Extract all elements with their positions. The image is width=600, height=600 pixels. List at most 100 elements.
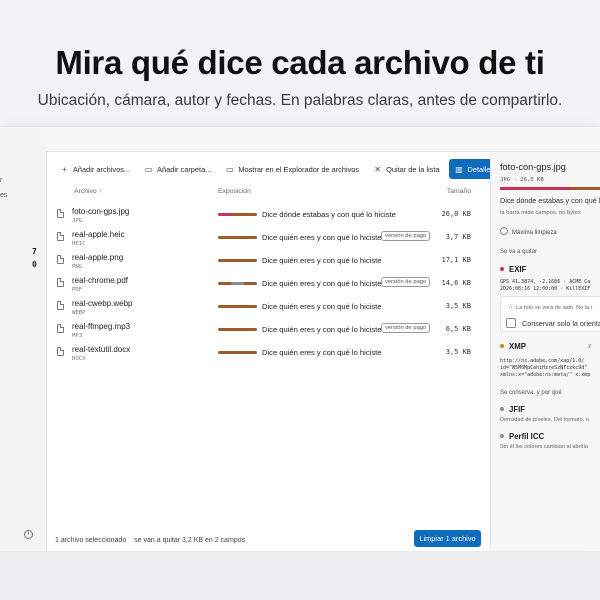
icc-label: Perfil ICC xyxy=(509,432,545,441)
plus-icon: + xyxy=(62,164,67,174)
jfif-section-header[interactable]: JFIF xyxy=(500,405,525,414)
file-name: foto-con-gps.jpg xyxy=(72,207,130,216)
column-header-size[interactable]: Tamaño xyxy=(447,188,471,195)
detail-meta: JPG · 26,0 KB xyxy=(500,177,544,183)
exif-dot-icon xyxy=(500,267,504,271)
rail-count: 7 xyxy=(32,247,37,256)
jfif-description: Densidad de píxeles. Del formato, n xyxy=(500,417,589,423)
paid-version-badge: versión de pago xyxy=(381,277,431,287)
exposure-bar xyxy=(218,282,257,285)
file-size: 3,5 KB xyxy=(445,302,471,310)
max-cleaning-option[interactable]: Máxima limpieza xyxy=(500,227,557,236)
rail-text: es xyxy=(0,192,8,199)
show-in-explorer-label: Mostrar en el Explorador de archivos xyxy=(238,164,360,174)
table-row[interactable]: real-cwebp.webp WEBP Dice quién eres y con… xyxy=(47,298,491,321)
file-size: 3,5 KB xyxy=(445,348,471,356)
paid-version-badge: versión de pago xyxy=(381,231,431,241)
exposure-text: Dice quién eres y con qué lo hiciste xyxy=(262,348,382,357)
exif-value: GPS 41.3874, -2.1686 · ACME Ca xyxy=(500,279,591,285)
xmp-values: http://ns.adobe.com/xap/1.0/ id="W5M0MpC… xyxy=(500,358,590,379)
add-folder-label: Añadir carpeta... xyxy=(157,164,212,174)
add-files-button[interactable]: + Añadir archivos... xyxy=(55,159,135,179)
status-bar: 1 archivo seleccionado se van a quitar 3… xyxy=(55,537,251,544)
file-name: real-textutil.docx xyxy=(72,345,131,354)
file-icon xyxy=(57,278,64,287)
exposure-bar xyxy=(218,351,257,354)
file-icon xyxy=(57,232,64,241)
add-folder-button[interactable]: ▭ Añadir carpeta... xyxy=(139,159,216,179)
exposure-text: Dice quién eres y con qué lo hiciste xyxy=(262,302,382,311)
toolbar: + Añadir archivos... ▭ Añadir carpeta...… xyxy=(55,159,504,179)
selection-count: 1 archivo seleccionado xyxy=(55,537,127,544)
table-row[interactable]: real-apple.png PNG Dice quién eres y con q… xyxy=(47,252,491,275)
file-name: real-chrome.pdf xyxy=(72,276,129,285)
column-header-exposure[interactable]: Exposición xyxy=(218,188,251,195)
removal-summary: se van a quitar 3,2 KB en 2 campos xyxy=(134,537,246,544)
file-icon xyxy=(57,324,64,333)
remove-from-list-label: Quitar de la lista xyxy=(386,164,440,174)
remove-from-list-button[interactable]: ✕ Quitar de la lista xyxy=(368,159,444,179)
detail-description: Dice dónde estabas y con qué lo xyxy=(500,196,600,205)
file-type: JPG xyxy=(72,218,83,224)
table-row[interactable]: real-apple.heic HEIC Dice quién eres y con… xyxy=(47,229,491,252)
hero-subtitle: Ubicación, cámara, autor y fechas. En pa… xyxy=(37,92,563,109)
xmp-value: id="W5M0MpCehiHzreSzNTczkc9d" xyxy=(500,365,588,371)
app-window: r es 7 0 i + Añadir archivos... ▭ Añadir… xyxy=(0,126,600,551)
folder-open-icon: ▭ xyxy=(226,164,234,174)
exposure-text: Dice quién eres y con qué lo hiciste xyxy=(262,279,382,288)
exposure-text: Dice quién eres y con qué lo hiciste xyxy=(262,233,382,242)
file-list-pane: + Añadir archivos... ▭ Añadir carpeta...… xyxy=(46,151,501,551)
xmp-section-header[interactable]: XMP xyxy=(500,342,526,351)
detail-title: foto-con-gps.jpg xyxy=(500,162,566,172)
exposure-text: Dice quién eres y con qué lo hiciste xyxy=(262,325,382,334)
keep-orientation-checkbox[interactable]: Conservar solo la orienta xyxy=(506,318,600,328)
exposure-bar xyxy=(218,305,257,308)
icc-section-header[interactable]: Perfil ICC xyxy=(500,432,544,441)
exif-values: GPS 41.3874, -2.1686 · ACME Ca 2026:08:1… xyxy=(500,279,590,293)
xmp-label: XMP xyxy=(509,342,526,351)
xmp-count: 2 xyxy=(588,344,592,350)
file-type: DOCX xyxy=(72,356,86,362)
details-pane-icon: ▥ xyxy=(455,164,463,174)
file-type: WEBP xyxy=(72,310,86,316)
icc-dot-icon xyxy=(500,434,504,438)
orientation-warning: ⓘ La foto se verá de lado. No la r xyxy=(509,303,593,311)
file-icon xyxy=(57,255,64,264)
file-size: 3,7 KB xyxy=(445,233,471,241)
folder-add-icon: ▭ xyxy=(144,164,153,174)
table-row[interactable]: real-ffmpeg.mp3 MP3 Dice quién eres y con … xyxy=(47,321,491,344)
rail-count: 0 xyxy=(32,260,37,269)
paid-version-badge: versión de pago xyxy=(381,323,431,333)
file-name: real-apple.heic xyxy=(72,230,125,239)
table-row[interactable]: foto-con-gps.jpg JPG Dice dónde estabas y … xyxy=(47,206,491,229)
exposure-text: Dice quién eres y con qué lo hiciste xyxy=(262,256,382,265)
file-name: real-ffmpeg.mp3 xyxy=(72,322,131,331)
file-type: HEIC xyxy=(72,241,86,247)
details-pane: foto-con-gps.jpg JPG · 26,0 KB Dice dónd… xyxy=(490,151,600,551)
hero-title: Mira qué dice cada archivo de ti xyxy=(55,44,545,81)
table-row[interactable]: real-textutil.docx DOCX Dice quién eres y … xyxy=(47,344,491,367)
file-size: 26,0 KB xyxy=(441,210,471,218)
jfif-dot-icon xyxy=(500,407,504,411)
clean-button[interactable]: Limpiar 1 archivo xyxy=(414,530,481,547)
xmp-value: http://ns.adobe.com/xap/1.0/ xyxy=(500,358,585,364)
table-row[interactable]: real-chrome.pdf PDF Dice quién eres y con … xyxy=(47,275,491,298)
xmp-dot-icon xyxy=(500,344,504,348)
xmp-value: xmlns:x="adobe:ns:meta/" x:xmp xyxy=(500,372,591,378)
exif-value: 2026:08:16 12:00:00 · KillEXIF xyxy=(500,286,591,292)
left-rail: r es 7 0 i xyxy=(0,127,46,551)
exposure-bar xyxy=(218,328,257,331)
show-in-explorer-button[interactable]: ▭ Mostrar en el Explorador de archivos xyxy=(220,159,364,179)
column-header-file[interactable]: Archivo ↑ xyxy=(74,188,102,195)
file-size: 6,5 KB xyxy=(445,325,471,333)
remove-heading: Se va a quitar xyxy=(500,249,538,255)
info-icon[interactable]: i xyxy=(24,530,33,539)
bottom-band xyxy=(0,552,600,600)
file-size: 17,1 KB xyxy=(441,256,471,264)
exif-section-header[interactable]: EXIF xyxy=(500,265,526,274)
file-icon xyxy=(57,301,64,310)
file-name: real-apple.png xyxy=(72,253,124,262)
exposure-bar xyxy=(218,259,257,262)
detail-exposure-bar xyxy=(500,187,600,190)
detail-note: la barra mide campos, no bytes xyxy=(500,210,581,216)
